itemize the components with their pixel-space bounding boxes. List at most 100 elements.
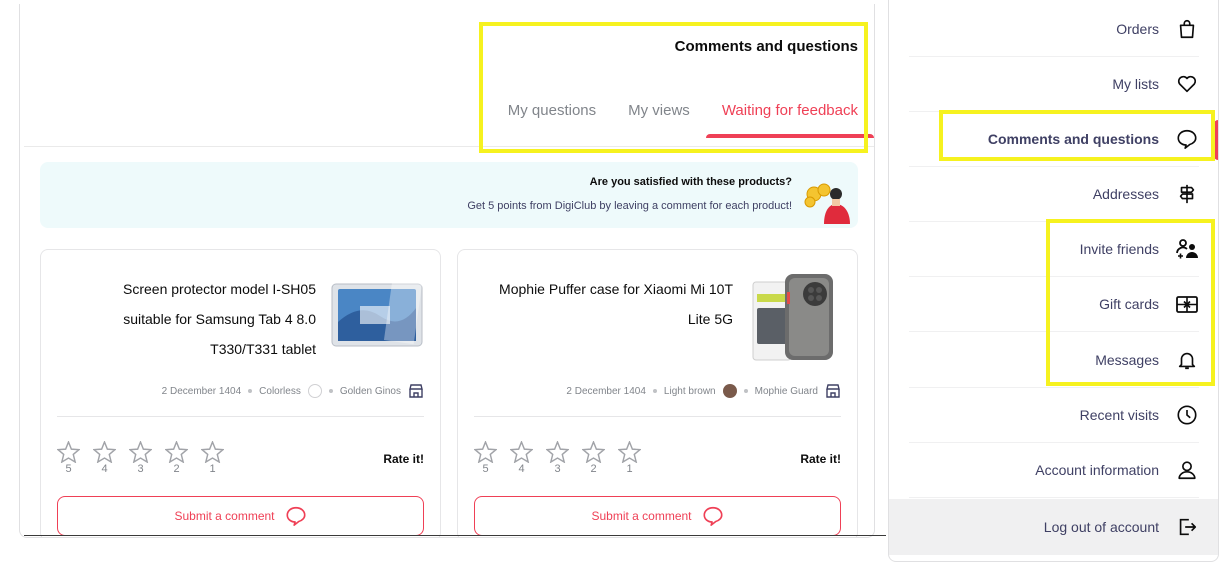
sidebar-item-my-lists[interactable]: My lists	[909, 57, 1199, 112]
star-4[interactable]: 4	[93, 441, 116, 475]
star-icon	[93, 441, 116, 463]
color-swatch	[722, 384, 737, 398]
sidebar-item-label: My lists	[1112, 76, 1159, 92]
sidebar-item-invite-friends[interactable]: Invite friends	[909, 222, 1199, 277]
sidebar-item-recent-visits[interactable]: Recent visits	[909, 388, 1199, 443]
color-swatch	[307, 384, 322, 398]
logout-icon	[1175, 515, 1199, 539]
star-icon	[546, 441, 569, 463]
shop-icon	[409, 384, 423, 398]
sidebar-item-account-info[interactable]: Account information	[909, 443, 1199, 498]
product-name: Mophie Puffer case for Xiaomi Mi 10T Lit…	[499, 281, 733, 327]
page-title: Comments and questions	[674, 38, 858, 55]
product-card: Mophie Puffer case for Xiaomi Mi 10T Lit…	[457, 249, 858, 537]
sidebar-item-logout[interactable]: Log out of account	[909, 499, 1199, 554]
sidebar-item-orders[interactable]: Orders	[909, 2, 1199, 57]
sidebar-item-messages[interactable]: Messages	[909, 333, 1199, 388]
seller-name: Golden Ginos	[339, 385, 401, 397]
submit-comment-button[interactable]: Submit a comment	[474, 496, 841, 536]
user-icon	[1175, 458, 1199, 482]
tab-bar: My questions My views Waiting for feedba…	[508, 102, 874, 138]
separator-dot	[328, 389, 333, 393]
color-name: Light brown	[663, 385, 716, 397]
star-3[interactable]: 3	[129, 441, 152, 475]
star-2[interactable]: 2	[582, 441, 605, 475]
star-label: 2	[173, 463, 180, 475]
digiclub-banner: Are you satisfied with these products? G…	[40, 162, 858, 228]
star-label: 1	[626, 463, 633, 475]
bottom-rule	[24, 535, 886, 536]
sidebar-item-label: Gift cards	[1099, 296, 1159, 312]
star-icon	[474, 441, 497, 463]
submit-comment-button[interactable]: Submit a comment	[57, 496, 424, 536]
bell-icon	[1175, 348, 1199, 372]
star-2[interactable]: 2	[165, 441, 188, 475]
star-icon	[165, 441, 188, 463]
coins-illustration-icon	[804, 183, 850, 224]
product-card: Screen protector model I-SH05 suitable f…	[40, 249, 441, 537]
sidebar-item-label: Account information	[1035, 462, 1159, 478]
banner-subtitle: Get 5 points from DigiClub by leaving a …	[467, 200, 792, 212]
shopping-bag-icon	[1175, 17, 1199, 41]
star-3[interactable]: 3	[546, 441, 569, 475]
order-date: 2 December 1404	[566, 385, 646, 397]
gift-card-icon	[1175, 292, 1199, 316]
sidebar-item-label: Comments and questions	[987, 131, 1159, 147]
separator-dot	[248, 389, 253, 393]
phone-case-image-icon	[752, 274, 833, 361]
order-date: 2 December 1404	[161, 385, 242, 397]
heart-icon	[1175, 72, 1199, 96]
star-rating: 5 4 3 2 1	[474, 441, 641, 475]
star-label: 5	[482, 463, 489, 475]
star-icon	[57, 441, 80, 463]
submit-comment-label: Submit a comment	[591, 509, 692, 523]
separator-dot	[743, 389, 748, 393]
star-icon	[201, 441, 224, 463]
profile-sidebar: Orders My lists Comments and questions A…	[888, 0, 1219, 562]
card-divider	[474, 416, 841, 417]
sidebar-item-addresses[interactable]: Addresses	[909, 167, 1199, 222]
star-label: 4	[518, 463, 525, 475]
star-label: 5	[65, 463, 72, 475]
tab-waiting-for-feedback[interactable]: Waiting for feedback	[705, 102, 874, 138]
sidebar-item-label: Invite friends	[1079, 241, 1159, 257]
star-label: 3	[137, 463, 144, 475]
submit-comment-label: Submit a comment	[174, 509, 275, 523]
star-label: 4	[101, 463, 108, 475]
seller-name: Mophie Guard	[754, 385, 818, 397]
star-5[interactable]: 5	[57, 441, 80, 475]
star-1[interactable]: 1	[201, 441, 224, 475]
star-5[interactable]: 5	[474, 441, 497, 475]
rate-it-label: Rate it!	[800, 452, 841, 466]
star-label: 2	[590, 463, 597, 475]
clock-icon	[1175, 403, 1199, 427]
invite-friends-icon	[1175, 237, 1199, 261]
sidebar-item-label: Messages	[1095, 352, 1159, 368]
sidebar-item-comments[interactable]: Comments and questions	[909, 112, 1199, 167]
star-label: 3	[554, 463, 561, 475]
product-meta: 2 December 1404 Light brown Mophie Guard	[566, 383, 841, 399]
star-1[interactable]: 1	[618, 441, 641, 475]
rate-it-label: Rate it!	[383, 452, 424, 466]
color-name: Colorless	[259, 385, 301, 397]
speech-bubble-icon	[1175, 127, 1199, 151]
tab-my-questions[interactable]: My questions	[508, 102, 596, 133]
sidebar-item-label: Recent visits	[1079, 407, 1159, 423]
sidebar-item-gift-cards[interactable]: Gift cards	[909, 277, 1199, 332]
sidebar-item-label: Orders	[1116, 21, 1159, 37]
star-icon	[510, 441, 533, 463]
card-divider	[57, 416, 424, 417]
separator-dot	[652, 389, 657, 393]
star-icon	[618, 441, 641, 463]
star-icon	[129, 441, 152, 463]
tab-my-views[interactable]: My views	[628, 102, 690, 133]
tabs-divider	[24, 146, 874, 147]
speech-bubble-icon	[702, 506, 723, 526]
sidebar-item-label: Log out of account	[1043, 518, 1159, 535]
star-4[interactable]: 4	[510, 441, 533, 475]
product-name: Screen protector model I-SH05 suitable f…	[123, 281, 316, 357]
shop-icon	[826, 384, 840, 398]
active-indicator	[1214, 120, 1218, 160]
speech-bubble-icon	[285, 506, 306, 526]
star-rating: 5 4 3 2 1	[57, 441, 224, 475]
